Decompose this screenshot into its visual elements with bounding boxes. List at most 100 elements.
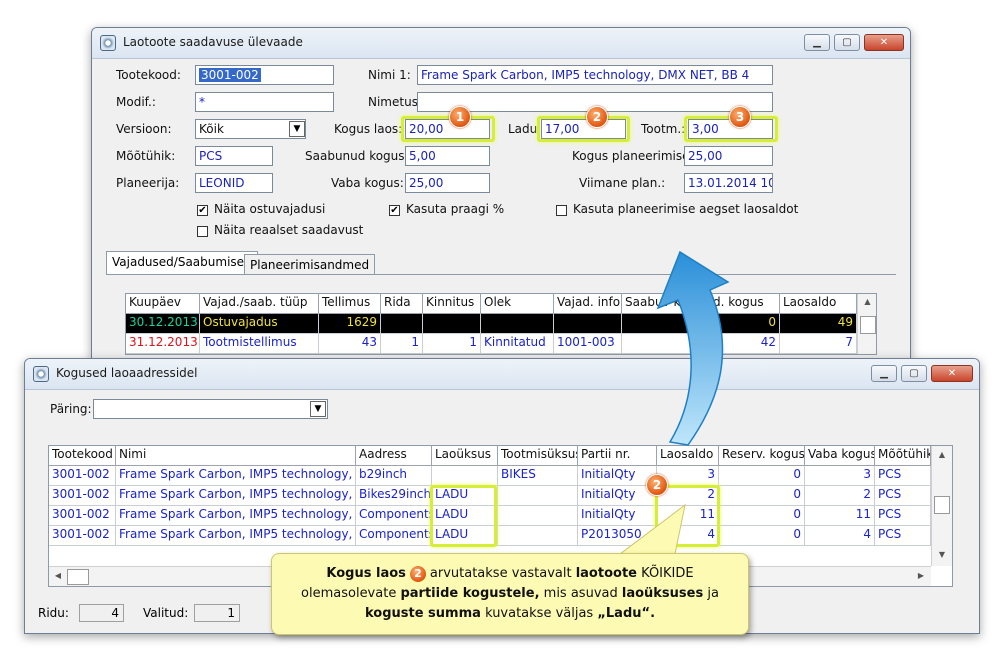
col-aadress[interactable]: Aadress xyxy=(356,446,432,466)
needs-row1-laosaldo[interactable]: 49 xyxy=(780,314,857,334)
nimi1-field[interactable]: Frame Spark Carbon, IMP5 technology, DMX… xyxy=(417,65,773,85)
loc-row1-nimi[interactable]: Frame Spark Carbon, IMP5 technology, DMX xyxy=(116,466,356,486)
needs-row2-kinnitus[interactable]: 1 xyxy=(423,334,481,354)
col-laouksus[interactable]: Laoüksus xyxy=(432,446,498,466)
needs-row2-laosaldo[interactable]: 7 xyxy=(780,334,857,354)
needs-row2-olek[interactable]: Kinnitatud xyxy=(481,334,554,354)
col-olek[interactable]: Olek xyxy=(481,294,554,314)
loc-row2-nimi[interactable]: Frame Spark Carbon, IMP5 technology, DMX xyxy=(116,486,356,506)
vaba-field[interactable]: 25,00 xyxy=(405,173,490,193)
planeerija-field[interactable]: LEONID xyxy=(195,173,273,193)
chevron-down-icon[interactable]: ▼ xyxy=(310,401,326,417)
tootekood-field[interactable]: 3001-002 xyxy=(195,65,334,85)
maximize-button[interactable]: ▢ xyxy=(901,365,927,382)
maximize-button[interactable]: ▢ xyxy=(834,34,860,51)
minimize-button[interactable]: ▁ xyxy=(871,365,897,382)
needs-row1-date[interactable]: 30.12.2013 xyxy=(126,314,200,334)
loc-row1-laouksus[interactable] xyxy=(432,466,498,486)
loc-row4-reserv[interactable]: 0 xyxy=(719,526,805,546)
needs-row1-rida[interactable] xyxy=(381,314,423,334)
loc-row1-reserv[interactable]: 0 xyxy=(719,466,805,486)
scroll-thumb[interactable] xyxy=(934,496,950,514)
col-kuupaev[interactable]: Kuupäev xyxy=(126,294,200,314)
scroll-left-icon[interactable]: ◀ xyxy=(52,571,64,580)
scroll-thumb[interactable] xyxy=(860,316,876,334)
loc-row1-mootuhik[interactable]: PCS xyxy=(875,466,931,486)
mootuhik-field[interactable]: PCS xyxy=(195,146,273,166)
loc-row3-vaba[interactable]: 11 xyxy=(805,506,875,526)
loc-row4-mootuhik[interactable]: PCS xyxy=(875,526,931,546)
kasuta-praagi-checkbox[interactable]: ✔ xyxy=(389,205,400,216)
col-tuup[interactable]: Vajad./saab. tüüp xyxy=(200,294,319,314)
callout-text-5: kuvatakse väljas xyxy=(485,606,594,621)
saabunud-field[interactable]: 5,00 xyxy=(405,146,490,166)
scroll-right-icon[interactable]: ▶ xyxy=(915,571,927,580)
col-vajad-info[interactable]: Vajad. info xyxy=(554,294,622,314)
viimane-field[interactable]: 13.01.2014 10:04:46 xyxy=(684,173,773,193)
minimize-button[interactable]: ▁ xyxy=(804,34,830,51)
loc-row1-tootmisuksus[interactable]: BIKES xyxy=(498,466,578,486)
loc-row2-mootuhik[interactable]: PCS xyxy=(875,486,931,506)
scroll-down-icon[interactable]: ▼ xyxy=(932,550,952,559)
loc-row4-aadress[interactable]: Components xyxy=(356,526,432,546)
callout-text-3: mis asuvad xyxy=(543,586,618,601)
loc-row3-mootuhik[interactable]: PCS xyxy=(875,506,931,526)
col-mootuhik[interactable]: Mõõtühik xyxy=(875,446,931,466)
loc-row2-tootmisuksus[interactable] xyxy=(498,486,578,506)
col-kinnitus[interactable]: Kinnitus xyxy=(423,294,481,314)
app-icon xyxy=(100,35,116,51)
col-tootekood[interactable]: Tootekood xyxy=(49,446,116,466)
loc-row2-aadress[interactable]: Bikes29inch xyxy=(356,486,432,506)
needs-row1-type[interactable]: Ostuvajadus xyxy=(200,314,319,334)
loc-row2-reserv[interactable]: 0 xyxy=(719,486,805,506)
col-tellimus[interactable]: Tellimus xyxy=(319,294,381,314)
loc-row2-vaba[interactable]: 2 xyxy=(805,486,875,506)
needs-row1-tellimus[interactable]: 1629 xyxy=(319,314,381,334)
tab-planeerimisandmed[interactable]: Planeerimisandmed xyxy=(244,254,376,275)
naita-ostu-checkbox[interactable]: ✔ xyxy=(197,205,208,216)
col-vaba[interactable]: Vaba kogus xyxy=(805,446,875,466)
close-button[interactable]: ✕ xyxy=(931,365,973,382)
loc-row1-vaba[interactable]: 3 xyxy=(805,466,875,486)
needs-row2-tellimus[interactable]: 43 xyxy=(319,334,381,354)
paring-select[interactable] xyxy=(93,399,328,419)
loc-row3-tootekood[interactable]: 3001-002 xyxy=(49,506,116,526)
needs-row2-date[interactable]: 31.12.2013 xyxy=(126,334,200,354)
scroll-up-icon[interactable]: ▲ xyxy=(932,450,952,459)
kasuta-plan-checkbox[interactable] xyxy=(556,205,567,216)
scroll-up-icon[interactable]: ▲ xyxy=(858,297,876,306)
chevron-down-icon[interactable]: ▼ xyxy=(289,121,305,137)
loc-row3-tootmisuksus[interactable] xyxy=(498,506,578,526)
hscroll-thumb[interactable] xyxy=(67,569,89,585)
col-nimi[interactable]: Nimi xyxy=(116,446,356,466)
loc-row1-aadress[interactable]: b29inch xyxy=(356,466,432,486)
callout-kogus-laos: Kogus laos xyxy=(326,566,406,581)
col-tootmisuksus[interactable]: Tootmisüksus xyxy=(498,446,578,466)
needs-row1-info[interactable] xyxy=(554,314,622,334)
col-laosaldo[interactable]: Laosaldo xyxy=(780,294,857,314)
needs-row1-kinnitus[interactable] xyxy=(423,314,481,334)
loc-row1-tootekood[interactable]: 3001-002 xyxy=(49,466,116,486)
locations-vscrollbar[interactable]: ▲ ▼ xyxy=(931,446,952,566)
loc-row4-tootmisuksus[interactable] xyxy=(498,526,578,546)
availability-window-titlebar[interactable]: Laotoote saadavuse ülevaade ▁ ▢ ✕ xyxy=(92,28,910,59)
loc-row2-tootekood[interactable]: 3001-002 xyxy=(49,486,116,506)
needs-row2-rida[interactable]: 1 xyxy=(381,334,423,354)
needs-row2-info[interactable]: 1001-003 xyxy=(554,334,622,354)
locations-window-titlebar[interactable]: Kogused laoaadressidel ▁ ▢ ✕ xyxy=(25,359,979,390)
loc-row3-nimi[interactable]: Frame Spark Carbon, IMP5 technology, DMX xyxy=(116,506,356,526)
close-button[interactable]: ✕ xyxy=(864,34,904,51)
loc-row4-nimi[interactable]: Frame Spark Carbon, IMP5 technology, DMX xyxy=(116,526,356,546)
loc-row4-tootekood[interactable]: 3001-002 xyxy=(49,526,116,546)
loc-row4-vaba[interactable]: 4 xyxy=(805,526,875,546)
needs-row1-olek[interactable] xyxy=(481,314,554,334)
needs-grid-scrollbar[interactable]: ▲ xyxy=(857,294,876,354)
loc-row3-reserv[interactable]: 0 xyxy=(719,506,805,526)
loc-row3-aadress[interactable]: Components xyxy=(356,506,432,526)
needs-row2-type[interactable]: Tootmistellimus xyxy=(200,334,319,354)
col-rida[interactable]: Rida xyxy=(381,294,423,314)
tab-vajadused[interactable]: Vajadused/Saabumised xyxy=(106,251,258,275)
naita-reaalset-checkbox[interactable] xyxy=(197,226,208,237)
modif-field[interactable]: * xyxy=(195,92,334,112)
kogus-plan-field[interactable]: 25,00 xyxy=(684,146,773,166)
